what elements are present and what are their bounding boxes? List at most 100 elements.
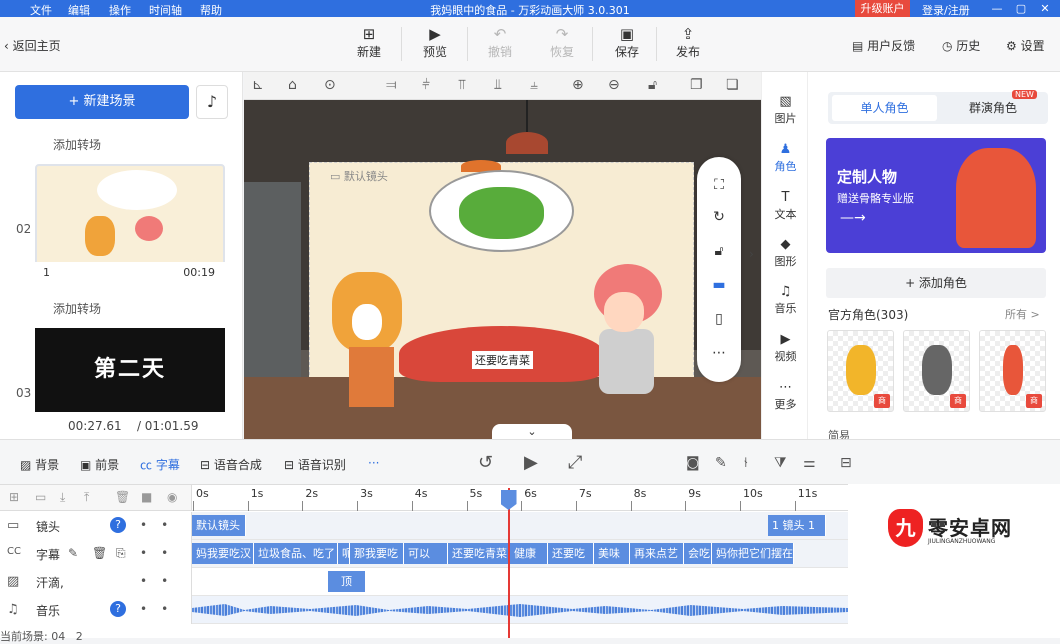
camera-clip[interactable]: 1 镜头 1 [768, 515, 826, 536]
subtitle-clip[interactable]: 会吃 [684, 543, 712, 564]
login-register-link[interactable]: 登录/注册 [922, 2, 970, 18]
granny-face[interactable] [604, 292, 644, 332]
collapse-canvas-button[interactable]: ⌄ [492, 424, 572, 439]
fridge[interactable] [244, 182, 301, 377]
tab-video[interactable]: ▶ 视频 [762, 332, 809, 364]
all-roles-filter[interactable]: 所有 > [1005, 306, 1040, 322]
filter-icon[interactable]: ⧩ [774, 455, 787, 471]
time-ruler[interactable]: 0s1s2s3s4s5s6s7s8s9s10s11s12 [192, 485, 866, 511]
track-clips[interactable]: 默认镜头 1 镜头 1 [192, 512, 848, 539]
home-icon[interactable]: ⌂ [288, 77, 297, 93]
settings-button[interactable]: ⚙ 设置 [1006, 37, 1045, 54]
speech-recognition-button[interactable]: ⊟ 语音识别 [284, 456, 346, 473]
save-button[interactable]: ▣ 保存 [605, 25, 649, 60]
publish-button[interactable]: ⇪ 发布 [666, 25, 710, 60]
move-down-icon[interactable]: ⤓ [60, 490, 65, 505]
scene-scrollbar[interactable] [242, 142, 243, 212]
move-up-icon[interactable]: ⤒ [84, 490, 89, 505]
role-card-lion[interactable]: 商 [827, 330, 894, 412]
desktop-view-icon[interactable]: ▬ [697, 277, 741, 293]
edit-icon[interactable]: ✎ [68, 546, 78, 560]
history-button[interactable]: ◷ 历史 [942, 37, 980, 54]
music-note-icon[interactable]: ♪ [196, 85, 228, 119]
align-bottom-icon[interactable]: ⫨ [530, 77, 538, 93]
add-transition-link[interactable]: 添加转场 [53, 300, 101, 317]
track-toggles[interactable]: •• [140, 602, 182, 616]
delete-icon[interactable]: 🗑︎ [115, 490, 130, 504]
new-scene-button[interactable]: + 新建场景 [15, 85, 189, 119]
help-icon[interactable]: ? [110, 601, 126, 617]
add-layer-icon[interactable]: ⊞ [9, 490, 19, 504]
sweat-clip[interactable]: 顶 [328, 571, 366, 592]
align-icon[interactable]: ⊾ [252, 77, 264, 93]
copy-icon[interactable]: ❐ [690, 77, 703, 93]
adjust-icon[interactable]: ⚌ [803, 455, 816, 471]
play-icon[interactable]: ▶ [524, 452, 538, 473]
role-card-girl[interactable]: 商 [979, 330, 1046, 412]
zoom-out-icon[interactable]: ⊖ [608, 77, 620, 93]
delete-icon[interactable]: 🗑︎ [92, 546, 107, 560]
cat-face[interactable] [352, 304, 382, 340]
fullscreen-icon[interactable]: ⤢ [568, 452, 582, 473]
tab-roles[interactable]: ♟ 角色 [762, 142, 809, 174]
align-right-icon[interactable]: ⫤ [386, 77, 397, 93]
tab-text[interactable]: T 文本 [762, 190, 809, 222]
paste-icon[interactable]: ❏ [726, 77, 739, 93]
unlock-icon[interactable]: 🔓︎ [697, 243, 741, 259]
subtitle-clip[interactable]: 那我要吃 [350, 543, 404, 564]
expand-icon[interactable]: ⊟ [840, 455, 852, 471]
align-center-icon[interactable]: ⫩ [422, 77, 430, 93]
maximize-icon[interactable]: ▢ [1009, 0, 1033, 17]
fit-screen-icon[interactable]: ⛶ [697, 177, 741, 193]
more-icon[interactable]: ⋯ [697, 345, 741, 361]
split-icon[interactable]: ⫮ [744, 455, 748, 471]
vegetables[interactable] [459, 187, 544, 239]
mobile-view-icon[interactable]: ▯ [697, 311, 741, 327]
tab-more[interactable]: ⋯ 更多 [762, 380, 809, 412]
tab-single-role[interactable]: 单人角色 [832, 95, 937, 121]
lock-icon[interactable]: ■ [141, 490, 152, 504]
track-toggles[interactable]: •• [140, 518, 182, 532]
subtitle-clip[interactable]: 美味 [594, 543, 630, 564]
subtitle-clip[interactable]: 妈我要吃汉 [192, 543, 254, 564]
chevron-right-icon[interactable]: › [749, 247, 754, 261]
subtitle-clip[interactable]: 健康 [510, 543, 548, 564]
add-transition-link[interactable]: 添加转场 [53, 136, 101, 153]
camera-icon[interactable]: ◙ [686, 455, 700, 471]
more-tools-button[interactable]: ··· [368, 456, 379, 470]
import-icon[interactable]: ⎘ [116, 546, 126, 561]
track-toggles[interactable]: •• [140, 574, 182, 588]
minimize-icon[interactable]: — [985, 0, 1009, 17]
subtitle-clip[interactable]: 还要吃青菜 [448, 543, 510, 564]
subtitle-button[interactable]: ㏄ 字幕 [140, 456, 180, 473]
redo-button[interactable]: ↷ 恢复 [540, 25, 584, 60]
foreground-button[interactable]: ▣ 前景 [80, 456, 119, 473]
ceiling-lamp[interactable] [506, 132, 548, 154]
audio-waveform[interactable] [192, 604, 848, 617]
subtitle-clip[interactable]: 还要吃 [548, 543, 594, 564]
track-clips[interactable]: 妈我要吃汉垃圾食品、吃了呃那我要吃可以还要吃青菜健康还要吃美味再来点艺会吃妈你把… [192, 540, 848, 567]
replay-icon[interactable]: ↺ [478, 452, 493, 473]
zoom-in-icon[interactable]: ⊕ [572, 77, 584, 93]
subtitle-clip[interactable]: 再来点艺 [630, 543, 684, 564]
camera-clip[interactable]: 默认镜头 [192, 515, 246, 536]
eye-icon[interactable]: ◉ [167, 490, 177, 504]
lock-icon[interactable]: 🔓︎ [648, 77, 657, 93]
upgrade-account-button[interactable]: 升级账户 [855, 0, 910, 17]
subtitle-clip[interactable]: 垃圾食品、吃了 [254, 543, 338, 564]
caption-text[interactable]: 还要吃青菜 [472, 351, 533, 369]
subtitle-clip[interactable]: 可以 [404, 543, 448, 564]
granny-body[interactable] [599, 329, 654, 394]
tab-images[interactable]: ▧ 图片 [762, 94, 809, 126]
track-clips[interactable]: 顶 [192, 568, 848, 595]
add-role-button[interactable]: + 添加角色 [826, 268, 1046, 298]
preview-button[interactable]: ▶ 预览 [413, 25, 457, 60]
new-button[interactable]: ⊞ 新建 [347, 25, 391, 60]
rotate-icon[interactable]: ↻ [697, 209, 741, 225]
edit-icon[interactable]: ✎ [715, 455, 727, 471]
track-clips[interactable] [192, 596, 848, 623]
close-icon[interactable]: ✕ [1033, 0, 1057, 17]
align-middle-icon[interactable]: ⫫ [494, 77, 502, 93]
cat-body[interactable] [349, 347, 394, 407]
back-home-button[interactable]: ‹ 返回主页 [4, 37, 61, 54]
